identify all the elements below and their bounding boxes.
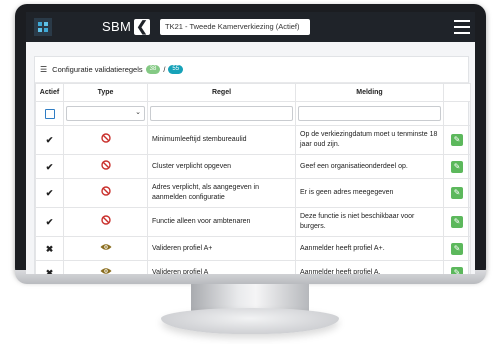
column-header-message[interactable]: Melding: [295, 83, 444, 102]
table-row[interactable]: ✔ Cluster verplicht opgeven Geef een org…: [35, 154, 471, 179]
active-check-icon: ✔: [35, 125, 64, 155]
active-check-icon: ✔: [35, 154, 64, 179]
message-cell: Deze functie is niet beschikbaar voor bu…: [295, 207, 444, 237]
edit-button[interactable]: ✎: [451, 242, 463, 255]
message-cell: Er is geen adres meegegeven: [295, 178, 444, 208]
rule-filter-input[interactable]: [150, 106, 293, 121]
eye-icon: [100, 243, 111, 250]
eye-icon: [100, 267, 111, 274]
list-icon: ☰: [40, 65, 48, 74]
card-header: ☰ Configuratie validatieregels 38 / 55: [35, 57, 468, 83]
message-cell: Geef een organisatieonderdeel op.: [295, 154, 444, 179]
message-cell: Aanmelder heeft profiel A.: [295, 260, 444, 274]
card-title: Configuratie validatieregels: [52, 65, 143, 74]
ban-icon: [100, 133, 111, 143]
rules-table: Actief Type Regel Melding ⌄ ✔ Minimumlee…: [35, 83, 471, 274]
column-header-actions: [443, 83, 471, 102]
chevron-down-icon: ⌄: [135, 109, 141, 116]
table-row[interactable]: ✔ Adres verplicht, als aangegeven in aan…: [35, 178, 471, 208]
active-filter-checkbox[interactable]: [44, 108, 55, 119]
active-check-icon: ✔: [35, 178, 64, 208]
rule-cell: Adres verplicht, als aangegeven in aanme…: [147, 178, 296, 208]
edit-button[interactable]: ✎: [451, 134, 463, 146]
brand-name: SBM: [102, 19, 132, 34]
table-row[interactable]: ✔ Minimumleeftijd stembureaulid Op de ve…: [35, 125, 471, 155]
main-content: ☰ Configuratie validatieregels 38 / 55 A…: [26, 42, 475, 274]
back-button[interactable]: ❮: [134, 19, 150, 35]
message-cell: Aanmelder heeft profiel A+.: [295, 236, 444, 261]
ban-icon: [100, 159, 111, 170]
table-row[interactable]: ✖ Valideren profiel A+ Aanmelder heeft p…: [35, 236, 471, 261]
menu-icon[interactable]: [454, 20, 470, 34]
edit-button[interactable]: ✎: [451, 187, 463, 199]
inactive-x-icon: ✖: [35, 236, 64, 261]
rule-cell: Cluster verplicht opgeven: [147, 154, 296, 179]
monitor-screen: SBM ❮ TK21 - Tweede Kamerverkiezing (Act…: [26, 12, 475, 274]
edit-button[interactable]: ✎: [451, 160, 463, 173]
rule-cell: Valideren profiel A: [147, 260, 296, 274]
rules-card: ☰ Configuratie validatieregels 38 / 55 A…: [34, 56, 471, 274]
active-count-badge: 38: [145, 65, 161, 74]
inactive-x-icon: ✖: [35, 260, 64, 274]
column-header-rule[interactable]: Regel: [147, 83, 296, 102]
type-filter-select[interactable]: ⌄: [66, 106, 145, 121]
app-logo-icon[interactable]: [34, 18, 52, 36]
message-cell: Op de verkiezingdatum moet u tenminste 1…: [295, 125, 444, 155]
table-header-row: Actief Type Regel Melding: [35, 83, 471, 102]
election-selector[interactable]: TK21 - Tweede Kamerverkiezing (Actief): [160, 19, 310, 35]
filter-row: ⌄: [35, 101, 471, 126]
table-row[interactable]: ✖ Valideren profiel A Aanmelder heeft pr…: [35, 260, 471, 274]
ban-icon: [100, 186, 111, 196]
rule-cell: Minimumleeftijd stembureaulid: [147, 125, 296, 155]
edit-button[interactable]: ✎: [451, 216, 463, 228]
message-filter-input[interactable]: [298, 106, 441, 121]
rule-cell: Valideren profiel A+: [147, 236, 296, 261]
monitor-stand-base: [161, 308, 339, 334]
total-count-badge: 55: [168, 65, 184, 74]
badge-separator: /: [163, 65, 166, 74]
column-header-type[interactable]: Type: [63, 83, 148, 102]
edit-button[interactable]: ✎: [451, 266, 463, 274]
table-row[interactable]: ✔ Functie alleen voor ambtenaren Deze fu…: [35, 207, 471, 237]
column-header-active[interactable]: Actief: [35, 83, 64, 102]
app-header: SBM ❮ TK21 - Tweede Kamerverkiezing (Act…: [26, 12, 475, 42]
rule-cell: Functie alleen voor ambtenaren: [147, 207, 296, 237]
ban-icon: [100, 215, 111, 225]
active-check-icon: ✔: [35, 207, 64, 237]
